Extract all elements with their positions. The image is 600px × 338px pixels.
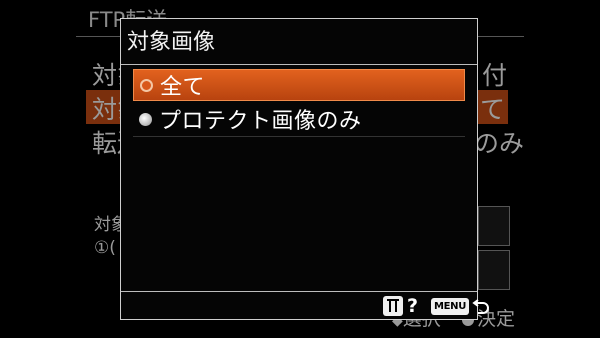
help-mark: ? — [407, 295, 419, 317]
option-all[interactable]: 全て — [133, 69, 465, 101]
return-icon — [472, 299, 490, 314]
dialog-title: 対象画像 — [127, 30, 216, 55]
background-small-label: ①( — [94, 238, 116, 258]
option-protected-only[interactable]: プロテクト画像のみ — [133, 103, 465, 135]
radio-unselected-icon — [139, 112, 152, 126]
option-divider — [133, 136, 465, 137]
dialog-footer-divider — [121, 291, 477, 292]
background-row-value: のみ — [474, 129, 525, 158]
option-label: プロテクト画像のみ — [159, 109, 362, 134]
help-control[interactable]: ? — [383, 295, 418, 317]
background-field — [478, 250, 510, 290]
target-image-dialog: 対象画像 全て プロテクト画像のみ ? MENU — [120, 18, 490, 320]
background-field — [478, 206, 510, 246]
background-row-value: 付 — [482, 61, 508, 90]
dialog-title-divider — [121, 64, 477, 65]
trash-icon — [383, 296, 403, 316]
menu-key-icon: MENU — [431, 297, 470, 315]
background-row-value: て — [480, 95, 506, 124]
option-label: 全て — [160, 75, 206, 100]
menu-back-control[interactable]: MENU — [431, 295, 490, 317]
radio-selected-icon — [140, 78, 153, 92]
